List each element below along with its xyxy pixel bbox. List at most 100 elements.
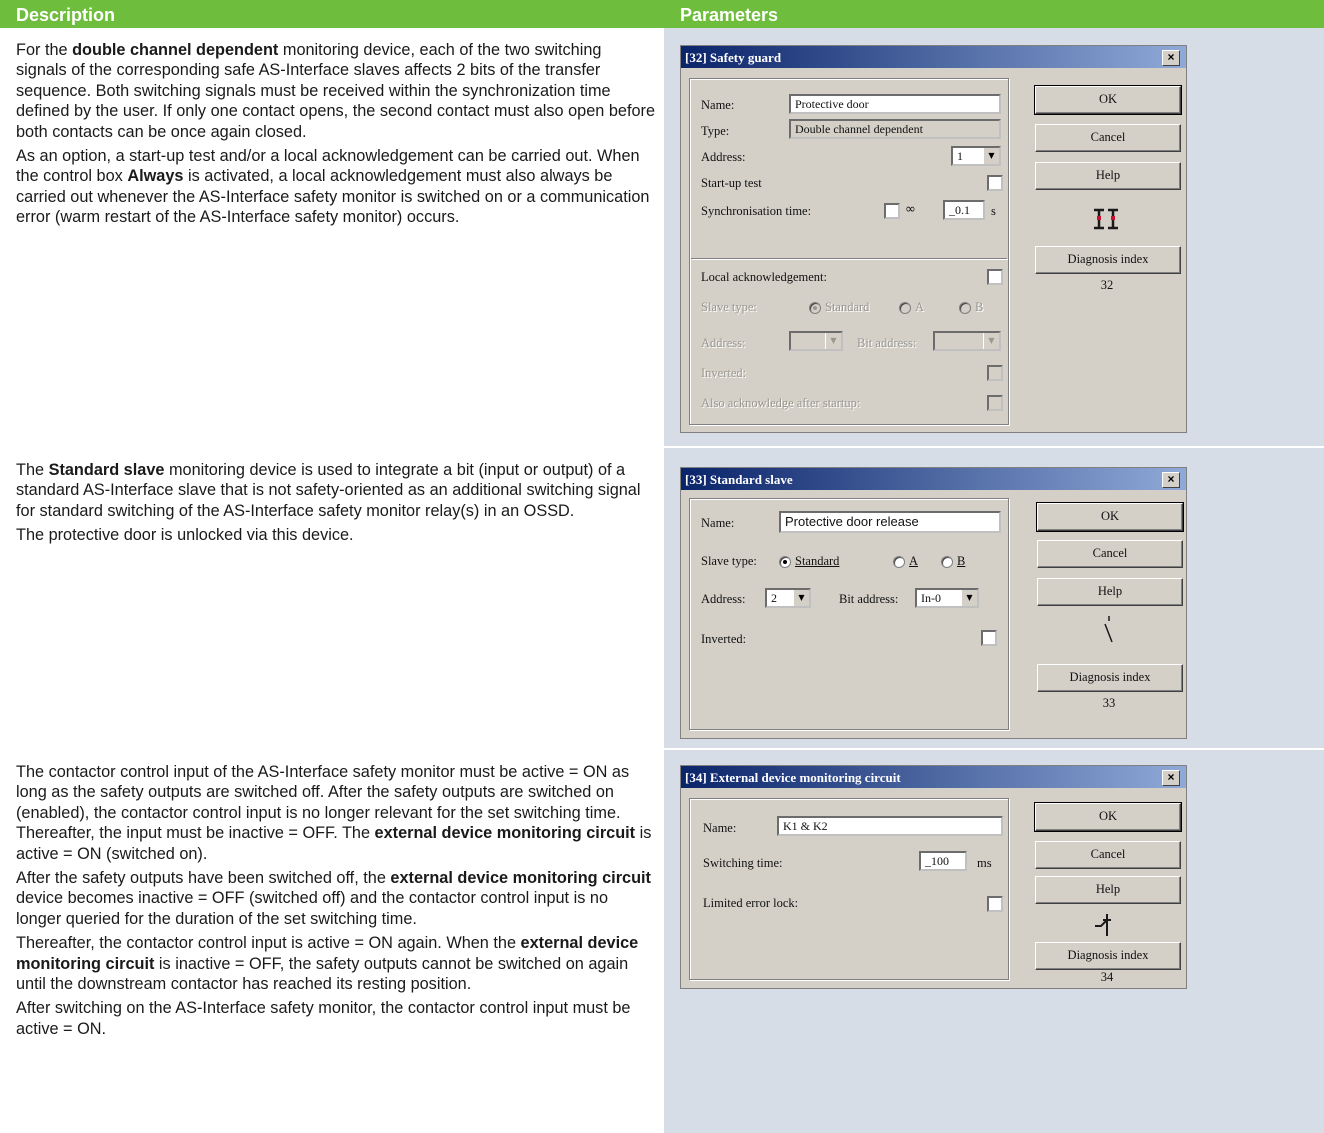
diagnosis-index-number: 33 bbox=[1102, 696, 1116, 710]
address-label: Address: bbox=[701, 150, 746, 164]
page: Description Parameters For the double ch… bbox=[0, 0, 1324, 1133]
radio-a[interactable] bbox=[899, 302, 911, 314]
address-select[interactable]: 1 ▼ bbox=[951, 146, 1001, 166]
bit-address-label: Bit address: bbox=[857, 336, 917, 350]
infinity-label: ∞ bbox=[905, 202, 916, 217]
diagnosis-index-button[interactable]: Diagnosis index bbox=[1037, 664, 1183, 692]
sync-time-field[interactable]: _0.1 bbox=[943, 200, 985, 220]
sync-infinite-checkbox[interactable] bbox=[884, 203, 900, 219]
type-label: Type: bbox=[701, 124, 730, 138]
switch-contact-icon bbox=[1104, 616, 1113, 643]
switching-time-label: Switching time: bbox=[703, 856, 783, 870]
name-field[interactable]: K1 & K2 bbox=[777, 816, 1003, 836]
text-run: Thereafter, the contactor control input … bbox=[16, 934, 521, 953]
radio-standard[interactable] bbox=[809, 302, 821, 314]
ok-button[interactable]: OK bbox=[1036, 502, 1184, 532]
local-ack-checkbox[interactable] bbox=[987, 269, 1003, 285]
description-cell-3: The contactor control input of the AS-In… bbox=[16, 762, 656, 1043]
dialog-title: [34] External device monitoring circuit bbox=[685, 770, 901, 785]
bold-term: double channel dependent bbox=[72, 41, 279, 59]
safety-guard-dialog: [32] Safety guard × Name: Protective doo… bbox=[680, 45, 1187, 433]
bit-address-select[interactable]: In-0 ▼ bbox=[915, 588, 979, 608]
switching-time-unit: ms bbox=[977, 856, 992, 870]
limited-error-lock-label: Limited error lock: bbox=[703, 896, 799, 910]
address2-select[interactable]: ▼ bbox=[789, 331, 843, 351]
text-run: The bbox=[16, 461, 49, 479]
chevron-down-icon: ▼ bbox=[793, 590, 809, 606]
close-button[interactable]: × bbox=[1162, 770, 1180, 786]
paragraph: The protective door is unlocked via this… bbox=[16, 525, 656, 545]
bit-address-select[interactable]: ▼ bbox=[933, 331, 1001, 351]
slave-type-label: Slave type: bbox=[701, 554, 757, 568]
ok-button[interactable]: OK bbox=[1034, 85, 1182, 115]
name-field[interactable]: Protective door release bbox=[779, 511, 1001, 533]
radio-a-label: A bbox=[909, 554, 919, 568]
cancel-button[interactable]: Cancel bbox=[1037, 540, 1183, 568]
chevron-down-icon: ▼ bbox=[983, 148, 999, 164]
bit-address-value: In-0 bbox=[921, 591, 941, 605]
help-button[interactable]: Help bbox=[1037, 578, 1183, 606]
radio-b[interactable] bbox=[959, 302, 971, 314]
description-cell-1: For the double channel dependent monitor… bbox=[16, 40, 656, 232]
diagnosis-index-number: 32 bbox=[1100, 278, 1114, 292]
chevron-down-icon: ▼ bbox=[983, 333, 999, 349]
startup-test-label: Start-up test bbox=[701, 176, 762, 190]
address-value: 2 bbox=[771, 591, 777, 605]
close-button[interactable]: × bbox=[1162, 50, 1180, 66]
radio-b[interactable] bbox=[941, 556, 953, 568]
dialog-title-bar: [34] External device monitoring circuit … bbox=[681, 766, 1186, 788]
close-button[interactable]: × bbox=[1162, 472, 1180, 488]
type-field: Double channel dependent bbox=[789, 119, 1001, 139]
help-button[interactable]: Help bbox=[1035, 162, 1181, 190]
cancel-button[interactable]: Cancel bbox=[1035, 124, 1181, 152]
radio-standard-label: Standard bbox=[825, 300, 870, 314]
also-ack-label: Also acknowledge after startup: bbox=[701, 396, 861, 410]
radio-b-label: B bbox=[975, 300, 984, 314]
inverted-label: Inverted: bbox=[701, 632, 747, 646]
radio-a[interactable] bbox=[893, 556, 905, 568]
ok-button[interactable]: OK bbox=[1034, 802, 1182, 832]
description-cell-2: The Standard slave monitoring device is … bbox=[16, 460, 656, 550]
address-label: Address: bbox=[701, 592, 746, 606]
diagnosis-index-button[interactable]: Diagnosis index bbox=[1035, 246, 1181, 274]
paragraph: After switching on the AS-Interface safe… bbox=[16, 998, 656, 1039]
inverted-checkbox[interactable] bbox=[987, 365, 1003, 381]
bit-address-label: Bit address: bbox=[839, 592, 899, 606]
radio-a-label: A bbox=[915, 300, 925, 314]
dialog-title-bar: [33] Standard slave × bbox=[681, 468, 1186, 490]
switching-time-field[interactable]: _100 bbox=[919, 851, 967, 871]
inverted-checkbox[interactable] bbox=[981, 630, 997, 646]
text-run: After the safety outputs have been switc… bbox=[16, 869, 391, 888]
limited-error-lock-checkbox[interactable] bbox=[987, 896, 1003, 912]
name-label: Name: bbox=[701, 98, 735, 112]
diagnosis-index-button[interactable]: Diagnosis index bbox=[1035, 942, 1181, 970]
text-run: The protective door is unlocked via this… bbox=[16, 526, 354, 545]
inverted-label: Inverted: bbox=[701, 366, 747, 380]
name-field[interactable]: Protective door bbox=[789, 94, 1001, 114]
text-run: For the bbox=[16, 41, 73, 59]
radio-standard[interactable] bbox=[779, 556, 791, 568]
parameters-header: Parameters bbox=[680, 5, 779, 25]
bold-term: external device monitoring circuit bbox=[390, 869, 651, 888]
row-divider bbox=[0, 446, 1324, 448]
standard-slave-dialog: [33] Standard slave × Name: Protective d… bbox=[680, 467, 1187, 739]
also-ack-checkbox[interactable] bbox=[987, 395, 1003, 411]
row-divider bbox=[0, 748, 1324, 750]
startup-test-checkbox[interactable] bbox=[987, 175, 1003, 191]
paragraph: After the safety outputs have been switc… bbox=[16, 868, 656, 929]
bold-term: external device monitoring circuit bbox=[374, 824, 636, 843]
cancel-button[interactable]: Cancel bbox=[1035, 841, 1181, 869]
address-select[interactable]: 2 ▼ bbox=[765, 588, 811, 608]
help-button[interactable]: Help bbox=[1035, 876, 1181, 904]
diagnosis-index-number: 34 bbox=[1100, 970, 1114, 984]
contactor-feedback-icon bbox=[1095, 914, 1111, 936]
name-label: Name: bbox=[703, 821, 737, 835]
radio-b-label: B bbox=[957, 554, 966, 568]
radio-standard-label: Standard bbox=[795, 554, 840, 568]
paragraph: The contactor control input of the AS-In… bbox=[16, 762, 656, 864]
text-run: device becomes inactive = OFF (switched … bbox=[16, 889, 608, 928]
sync-time-label: Synchronisation time: bbox=[701, 204, 812, 218]
dialog-title: [33] Standard slave bbox=[685, 472, 793, 487]
address-value: 1 bbox=[957, 149, 963, 163]
double-channel-contact-icon bbox=[1094, 208, 1118, 230]
